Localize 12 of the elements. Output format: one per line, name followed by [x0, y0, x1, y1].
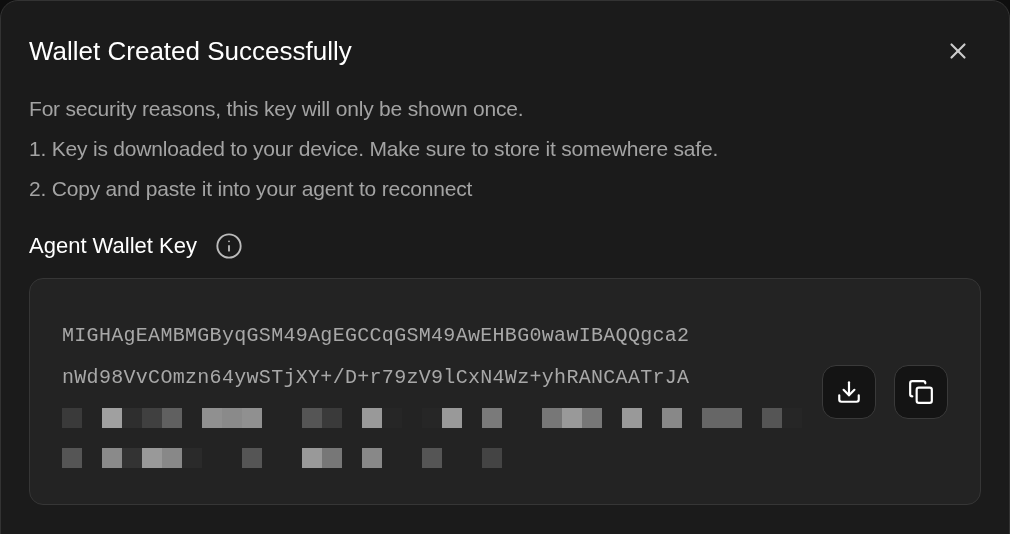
instruction-text: 1. Key is downloaded to your device. Make sure to store it somewhere safe.: [29, 136, 720, 162]
copy-button[interactable]: [894, 365, 948, 419]
dialog-title: Wallet Created Successfully: [29, 35, 352, 68]
key-text: MIGHAgEAMBMGByqGSM49AgEGCCqGSM49AwEHBG0wawIBAQQgca2: [62, 323, 691, 349]
info-icon[interactable]: [214, 232, 243, 260]
key-text: nWd98VvCOmzn64ywSTjXY+/D+r79zV9lCxN4Wz+yhRANCAATrJA: [62, 365, 691, 391]
download-icon: [836, 379, 862, 405]
instruction-text: For security reasons, this key will only be shown once.: [29, 96, 525, 122]
download-button[interactable]: [822, 365, 876, 419]
copy-icon: [908, 379, 934, 405]
instruction-text: 2. Copy and paste it into your agent to reconnect: [29, 176, 474, 202]
key-label: Agent Wallet Key: [29, 232, 197, 260]
